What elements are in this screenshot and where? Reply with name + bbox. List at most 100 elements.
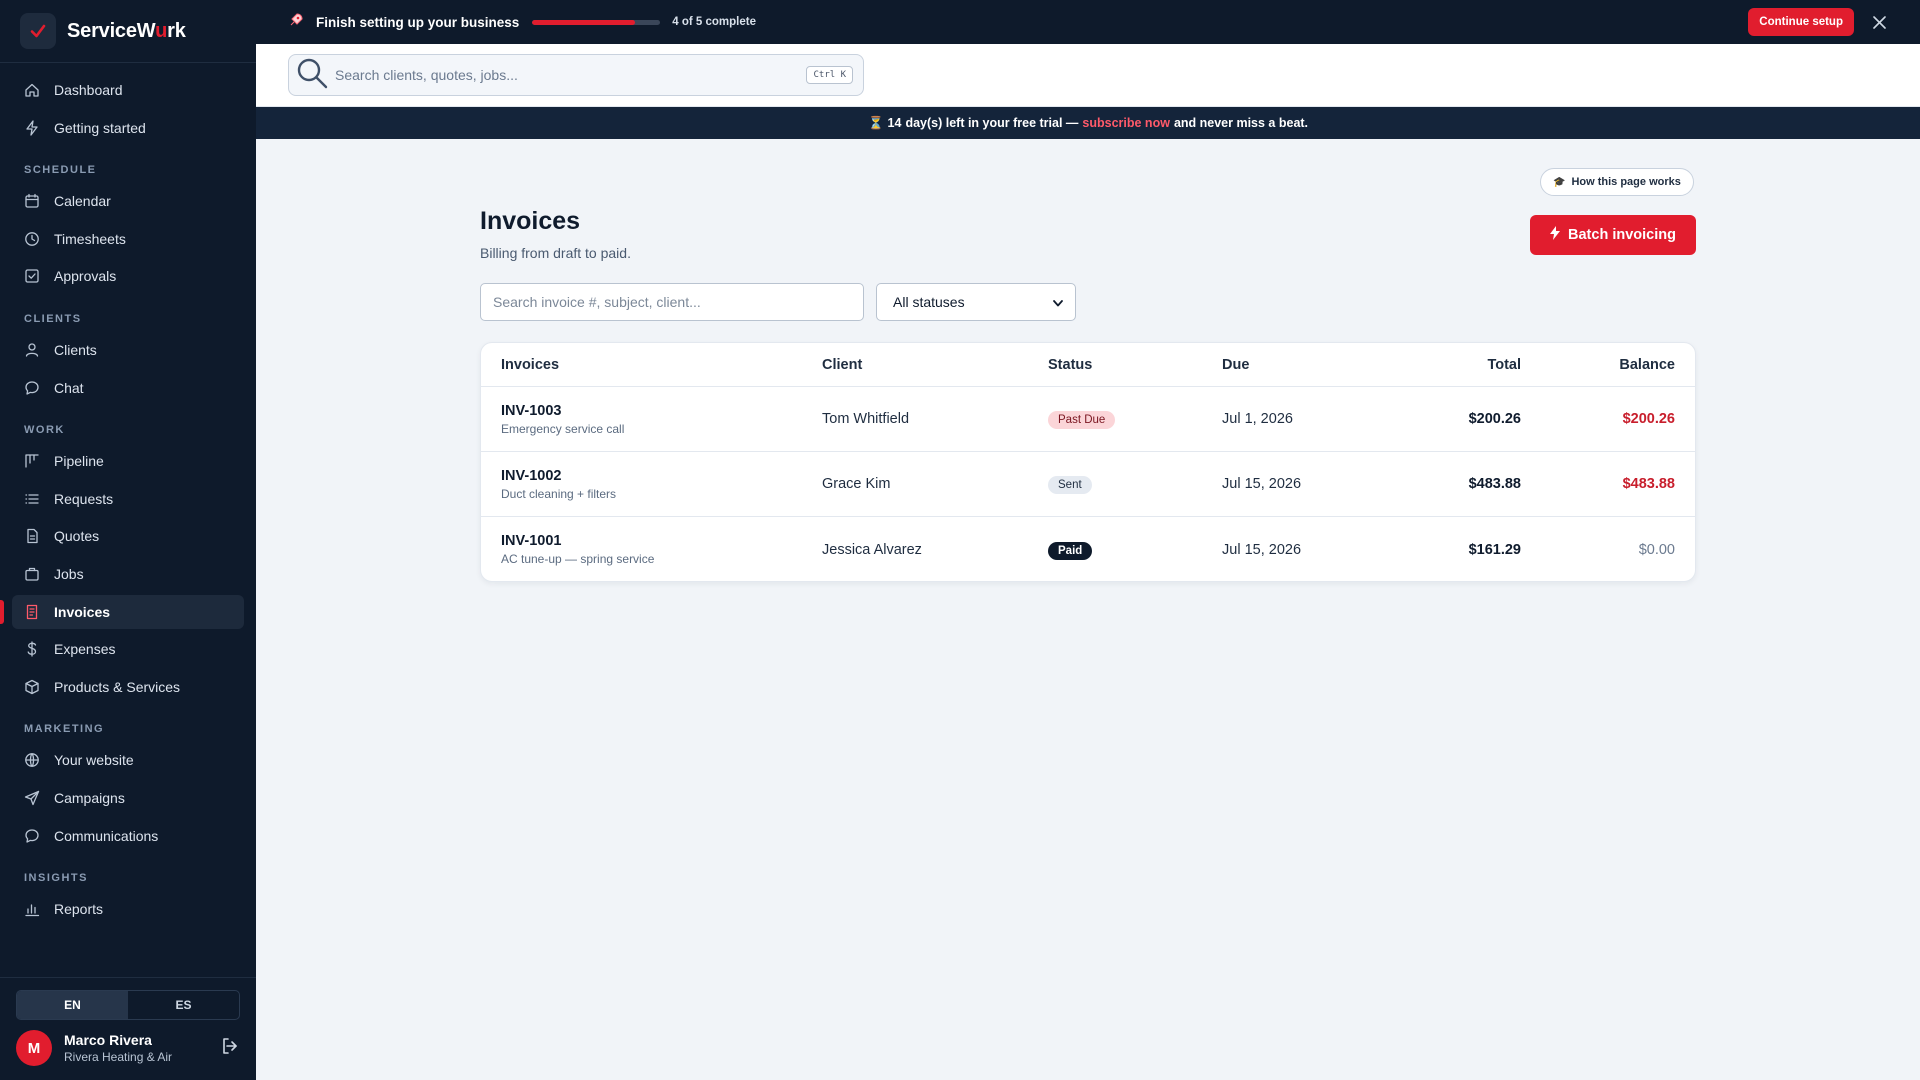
sidebar-item-timesheets[interactable]: Timesheets	[12, 222, 244, 256]
global-search-input[interactable]: Search clients, quotes, jobs... Ctrl K	[288, 54, 864, 96]
sidebar-item-label: Clients	[54, 341, 97, 358]
briefcase-icon	[24, 566, 40, 582]
sidebar-item-your-website[interactable]: Your website	[12, 743, 244, 777]
continue-setup-button[interactable]: Continue setup	[1748, 8, 1854, 36]
sidebar-item-clients[interactable]: Clients	[12, 333, 244, 367]
status-filter-select[interactable]: All statuses	[876, 283, 1076, 321]
setup-progress	[532, 19, 661, 25]
header-client[interactable]: Client	[822, 357, 862, 373]
sidebar-item-pipeline[interactable]: Pipeline	[12, 444, 244, 478]
sidebar-item-label: Pipeline	[54, 453, 104, 470]
box-icon	[24, 679, 40, 695]
header-invoices[interactable]: Invoices	[501, 357, 559, 373]
sidebar-item-quotes[interactable]: Quotes	[12, 519, 244, 553]
logout-icon[interactable]	[220, 1036, 240, 1061]
language-toggle: EN ES	[16, 990, 240, 1020]
sidebar-item-campaigns[interactable]: Campaigns	[12, 781, 244, 815]
globe-icon	[24, 752, 40, 768]
send-icon	[24, 790, 40, 806]
batch-invoicing-button[interactable]: Batch invoicing	[1530, 215, 1696, 255]
setup-progress-bar: Finish setting up your business 4 of 5 c…	[256, 0, 1920, 44]
sidebar-item-requests[interactable]: Requests	[12, 482, 244, 516]
lang-en-button[interactable]: EN	[17, 991, 128, 1019]
sidebar-item-chat[interactable]: Chat	[12, 371, 244, 405]
sidebar-item-reports[interactable]: Reports	[12, 892, 244, 926]
sidebar-item-label: Campaigns	[54, 789, 125, 806]
setup-count: 4 of 5 complete	[672, 16, 756, 28]
sidebar-item-getting-started[interactable]: Getting started	[12, 111, 244, 145]
sidebar-item-label: Requests	[54, 490, 114, 507]
total-amount: $161.29	[1468, 541, 1521, 558]
invoice-search-placeholder: Search invoice #, subject, client...	[493, 294, 701, 310]
table-row[interactable]: INV-1002 Duct cleaning + filters Grace Kim…	[481, 452, 1695, 517]
user-company: Rivera Heating & Air	[64, 1050, 173, 1064]
dollar-icon	[24, 641, 40, 657]
invoice-cell: INV-1002 Duct cleaning + filters	[501, 468, 616, 501]
setup-title: Finish setting up your business	[316, 14, 520, 30]
status-badge: Past Due	[1048, 411, 1116, 429]
client-name: Grace Kim	[822, 476, 891, 492]
header-total[interactable]: Total	[1487, 357, 1521, 373]
search-icon	[295, 56, 329, 95]
sidebar-section-insights: INSIGHTS	[24, 872, 88, 885]
sidebar-item-label: Approvals	[54, 268, 117, 285]
status-cell: Sent	[1048, 475, 1092, 494]
setup-progress-fill	[532, 19, 635, 25]
avatar[interactable]: M	[16, 1030, 52, 1066]
sidebar-footer: EN ES M Marco Rivera Rivera Heating & Ai…	[0, 977, 256, 1080]
calendar-icon	[24, 193, 40, 209]
total-amount: $483.88	[1468, 476, 1521, 492]
sidebar-item-expenses[interactable]: Expenses	[12, 632, 244, 666]
header-due[interactable]: Due	[1222, 357, 1249, 373]
sidebar-item-label: Jobs	[54, 565, 84, 582]
brand[interactable]: ServiceWurk	[0, 0, 256, 63]
total-amount: $200.26	[1468, 411, 1521, 427]
sidebar-item-label: Calendar	[54, 193, 111, 210]
balance-amount: $483.88	[1622, 476, 1675, 492]
close-icon[interactable]	[1872, 15, 1886, 29]
chat-icon	[24, 828, 40, 844]
clock-icon	[24, 231, 40, 247]
how-this-page-works-button[interactable]: 🎓 How this page works	[1540, 168, 1694, 196]
sidebar-item-communications[interactable]: Communications	[12, 819, 244, 853]
sidebar-nav: Dashboard Getting started SCHEDULE Calendar…	[0, 63, 256, 977]
invoice-number[interactable]: INV-1001	[501, 533, 654, 549]
subscribe-link[interactable]: subscribe now	[1082, 116, 1170, 130]
rocket-icon	[288, 12, 304, 33]
sidebar-item-label: Communications	[54, 827, 159, 844]
invoice-cell: INV-1003 Emergency service call	[501, 403, 624, 436]
invoice-subject: Emergency service call	[501, 421, 625, 436]
lang-es-button[interactable]: ES	[128, 991, 239, 1019]
page-title: Invoices	[480, 207, 581, 235]
trial-text: day(s) left in your free trial —	[905, 116, 1079, 130]
status-badge: Paid	[1048, 541, 1093, 560]
table-row[interactable]: INV-1003 Emergency service call Tom Whitfi…	[481, 387, 1695, 452]
sidebar-section-marketing: MARKETING	[24, 723, 105, 736]
header-balance[interactable]: Balance	[1619, 357, 1675, 373]
balance-amount: $0.00	[1638, 541, 1675, 558]
trial-banner: ⏳ 14 day(s) left in your free trial — su…	[256, 107, 1920, 139]
invoice-search-input[interactable]: Search invoice #, subject, client...	[480, 283, 864, 321]
sidebar-item-products-services[interactable]: Products & Services	[12, 670, 244, 704]
sidebar-item-jobs[interactable]: Jobs	[12, 557, 244, 591]
invoice-number[interactable]: INV-1003	[501, 403, 624, 419]
sidebar-item-label: Quotes	[54, 528, 100, 545]
due-date: Jul 15, 2026	[1222, 476, 1302, 492]
search-shortcut: Ctrl K	[806, 66, 853, 84]
client-name: Tom Whitfield	[822, 411, 910, 427]
table-row[interactable]: INV-1001 AC tune-up — spring service Jessi…	[481, 517, 1695, 581]
invoice-cell: INV-1001 AC tune-up — spring service	[501, 533, 654, 566]
check-square-icon	[24, 268, 40, 284]
sidebar-item-label: Your website	[54, 752, 134, 769]
sidebar-item-dashboard[interactable]: Dashboard	[12, 73, 244, 107]
due-date: Jul 15, 2026	[1222, 541, 1302, 558]
sidebar-item-label: Dashboard	[54, 82, 123, 98]
sidebar-item-invoices[interactable]: Invoices	[0, 594, 244, 629]
sidebar-item-approvals[interactable]: Approvals	[12, 259, 244, 293]
table-body: INV-1003 Emergency service call Tom Whitfi…	[481, 387, 1695, 581]
sidebar-section-clients: CLIENTS	[24, 312, 82, 325]
invoice-number[interactable]: INV-1002	[501, 468, 616, 484]
header-status[interactable]: Status	[1048, 357, 1092, 373]
batch-invoicing-label: Batch invoicing	[1568, 227, 1676, 243]
sidebar-item-calendar[interactable]: Calendar	[12, 184, 244, 218]
